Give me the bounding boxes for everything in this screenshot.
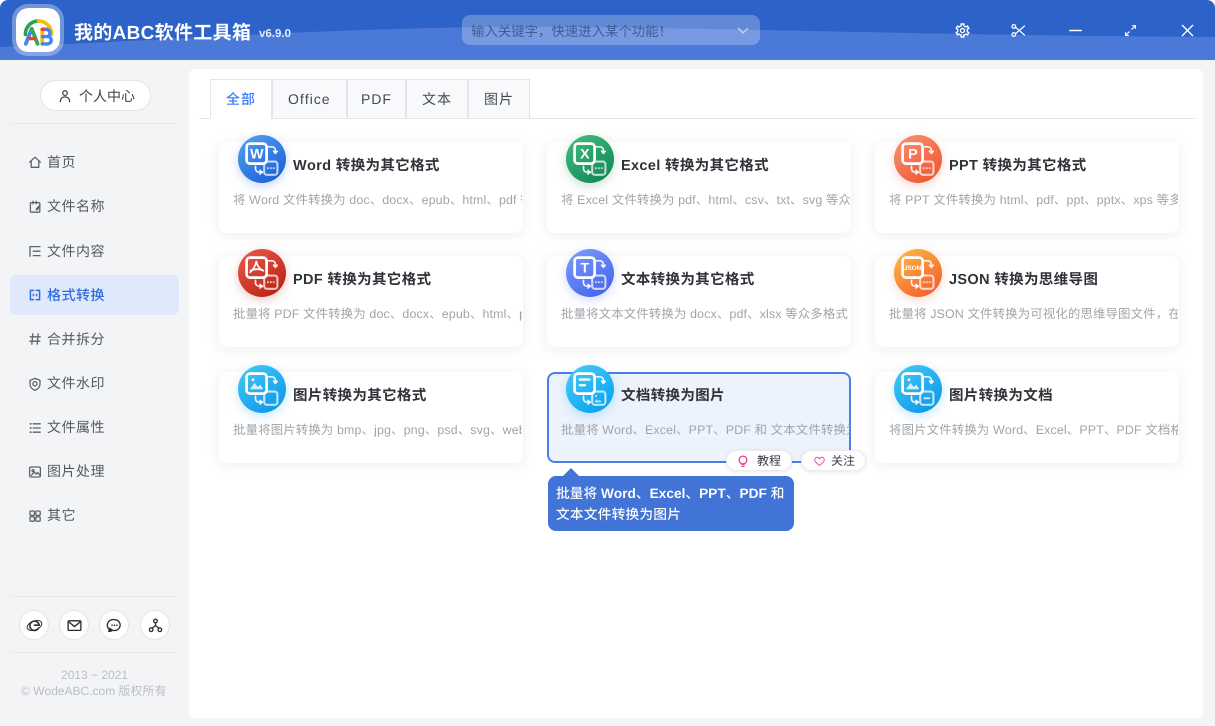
svg-text:W: W [250,147,264,163]
svg-text:T: T [580,261,589,277]
svg-text:P: P [908,147,917,163]
svg-text:X: X [580,147,590,163]
svg-text:JSON: JSON [904,265,922,272]
